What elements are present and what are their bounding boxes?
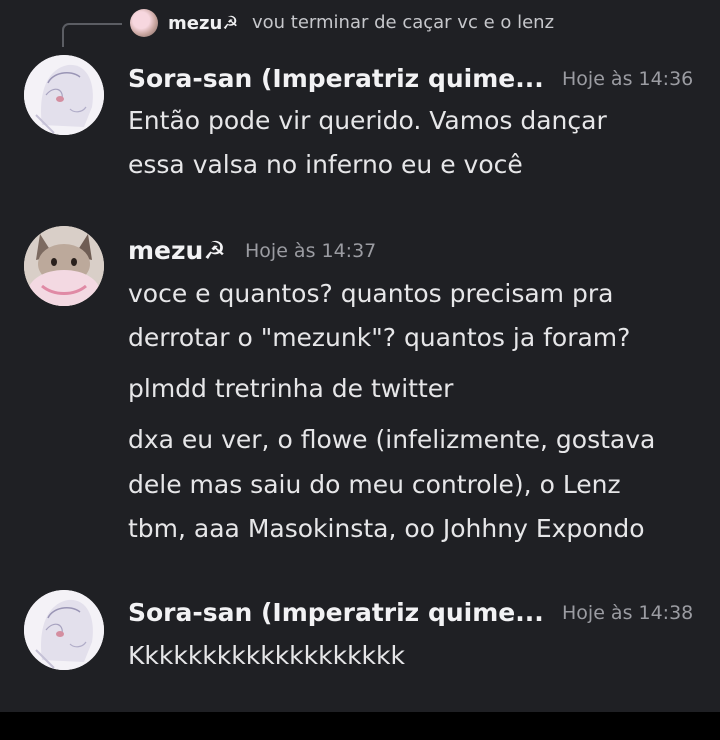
message-timestamp[interactable]: Hoje às 14:37 [245,240,376,262]
reply-connector-line [62,23,122,47]
message-text: tbm, aaa Masokinsta, oo Johhny Expondo [128,514,645,543]
message-timestamp[interactable]: Hoje às 14:38 [562,602,693,624]
avatar[interactable] [24,55,104,135]
message-text: Então pode vir querido. Vamos dançar [128,106,607,135]
reply-text[interactable]: vou terminar de caçar vc e o lenz [252,12,554,33]
cat-avatar-icon [24,226,104,306]
reply-author[interactable]: mezu☭ [168,13,238,34]
anime-avatar-icon [24,590,104,670]
message-author[interactable]: mezu☭ [128,236,226,265]
message-text: voce e quantos? quantos precisam pra [128,279,614,308]
avatar[interactable] [24,226,104,306]
message-author[interactable]: Sora-san (Imperatriz quime... [128,598,544,627]
message-text: derrotar o "mezunk"? quantos ja foram? [128,323,631,352]
message-author[interactable]: Sora-san (Imperatriz quime... [128,64,544,93]
bottom-bar [0,712,720,740]
message-text: Kkkkkkkkkkkkkkkkkkk [128,641,405,670]
message-timestamp[interactable]: Hoje às 14:36 [562,68,693,90]
message-text: plmdd tretrinha de twitter [128,374,454,403]
avatar[interactable] [24,590,104,670]
reply-avatar[interactable] [130,9,158,37]
message-text: essa valsa no inferno eu e você [128,150,523,179]
message-text: dxa eu ver, o flowe (infelizmente, gosta… [128,425,656,454]
message-text: dele mas saiu do meu controle), o Lenz [128,470,621,499]
anime-avatar-icon [24,55,104,135]
